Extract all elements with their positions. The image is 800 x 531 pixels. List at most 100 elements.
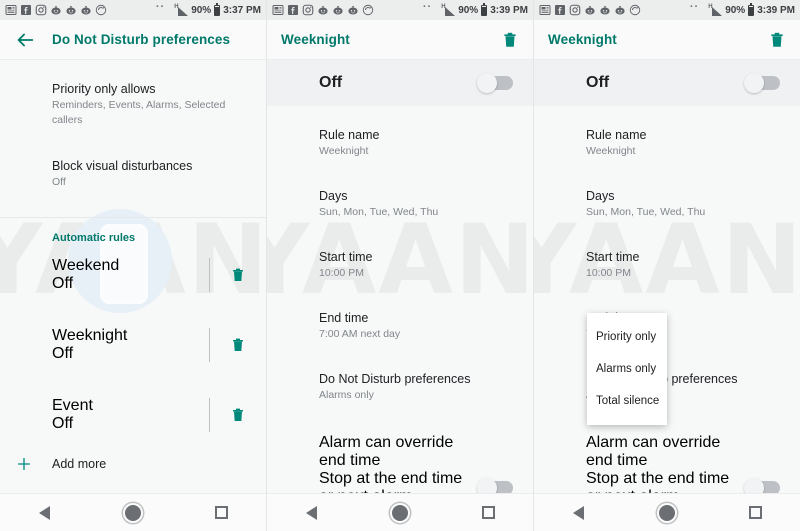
master-toggle-switch[interactable] [744,73,780,93]
instagram-icon [569,4,581,16]
clock-label: 3:37 PM [223,4,261,16]
recents-square-icon [482,506,496,519]
trash-icon[interactable] [230,337,246,353]
list-item-subtitle: 10:00 PM [319,267,364,279]
nav-back-button[interactable] [300,502,322,524]
list-item-rule-event[interactable]: Event Off [0,388,266,442]
list-item-subtitle: Weeknight [586,145,636,157]
battery-icon [214,2,221,16]
list-item-dnd-preferences[interactable]: Do Not Disturb preferences Alarms only [267,353,533,414]
list-item-dnd-preferences[interactable]: Do Not Disturb preferences Alarms only [534,353,800,414]
instagram-icon [35,4,47,16]
reddit-icon [51,5,61,15]
clock-label: 3:39 PM [757,4,795,16]
master-toggle-switch[interactable] [477,73,513,93]
list-item-title: Days [586,189,615,203]
clock-label: 3:39 PM [490,4,528,16]
master-toggle-row[interactable]: Off [267,60,533,106]
rule-divider [209,258,210,292]
add-more-label: Add more [52,457,107,471]
nav-recents-button[interactable] [745,502,767,524]
rule-title: Weeknight [52,327,128,344]
status-bar-system-icons: ·· H 90% 3:39 PM [423,1,528,16]
add-more-button[interactable]: Add more [0,442,266,486]
list-item-days[interactable]: Days Sun, Mon, Tue, Wed, Thu [534,170,800,231]
list-item-priority-only-allows[interactable]: Priority only allows Reminders, Events, … [0,70,266,139]
screenshot-triptych: ·· H 90% 3:37 PM Do Not Disturb preferen… [0,0,800,531]
reddit-icon [348,5,358,15]
screen-dnd-preferences: ·· H 90% 3:37 PM Do Not Disturb preferen… [0,0,267,531]
home-circle-icon [658,504,675,521]
dnd-preferences-dropdown-menu: Priority only Alarms only Total silence [587,313,667,425]
list-item-block-visual-disturbances[interactable]: Block visual disturbances Off [0,139,266,201]
list-item-subtitle: Off [52,176,66,188]
list-item-rule-name[interactable]: Rule name Weeknight [267,116,533,170]
rule-title: Weekend [52,257,120,274]
rule-subtitle: Off [52,415,74,432]
overflow-dots-icon: ·· [689,1,700,13]
nav-home-button[interactable] [656,502,678,524]
dnd-preferences-list: Priority only allows Reminders, Events, … [0,60,266,486]
list-item-subtitle: Weeknight [319,145,369,157]
trash-icon[interactable] [230,267,246,283]
list-item-title: Rule name [319,128,380,142]
list-item-subtitle: 10:00 PM [586,267,631,279]
navigation-bar [0,493,266,531]
switch-thumb [744,73,764,93]
article-icon [272,5,284,15]
status-bar: ·· H 90% 3:39 PM [267,0,533,20]
weeknight-rule-list: Off Rule name Weeknight Days Sun, Mon, T… [267,60,533,531]
list-item-end-time[interactable]: End time 7:00 AM next day [534,292,800,353]
reddit-icon [318,5,328,15]
nav-recents-button[interactable] [478,502,500,524]
menu-item-priority-only[interactable]: Priority only [587,321,667,353]
reddit-icon [333,5,343,15]
trash-icon[interactable] [768,31,786,49]
reddit-icon [81,5,91,15]
reddit-icon [585,5,595,15]
article-icon [539,5,551,15]
list-item-end-time[interactable]: End time 7:00 AM next day [267,292,533,353]
rule-divider [209,398,210,432]
nav-home-button[interactable] [389,502,411,524]
list-item-title: Priority only allows [52,82,156,96]
list-item-days[interactable]: Days Sun, Mon, Tue, Wed, Thu [267,170,533,231]
list-item-rule-weeknight[interactable]: Weeknight Off [0,318,266,372]
nav-home-button[interactable] [122,502,144,524]
battery-percent-label: 90% [458,4,479,16]
page-title: Do Not Disturb preferences [52,32,231,47]
list-item-rule-weekend[interactable]: Weekend Off [0,248,266,302]
nav-back-button[interactable] [33,502,55,524]
menu-item-total-silence[interactable]: Total silence [587,385,667,417]
nav-back-button[interactable] [567,502,589,524]
status-bar-system-icons: ·· H 90% 3:37 PM [155,1,261,16]
battery-icon [481,2,488,16]
article-icon [5,5,17,15]
trash-icon[interactable] [230,407,246,423]
list-item-title: Rule name [586,128,647,142]
list-item-start-time[interactable]: Start time 10:00 PM [534,231,800,292]
alarm-override-title: Alarm can override end time [319,434,454,469]
signal-icon: H [174,4,189,16]
rule-subtitle: Off [52,275,74,292]
section-title-automatic-rules: Automatic rules [52,232,136,244]
arrow-back-icon[interactable] [14,29,36,51]
status-bar-notification-icons [539,4,641,16]
signal-icon: H [708,4,723,16]
master-toggle-label: Off [586,74,610,91]
trash-icon[interactable] [501,31,519,49]
master-toggle-row[interactable]: Off [534,60,800,106]
list-item-title: End time [319,311,369,325]
overflow-dots-icon: ·· [155,1,166,13]
back-triangle-icon [38,505,50,520]
rule-divider [209,328,210,362]
home-circle-icon [124,504,141,521]
list-item-start-time[interactable]: Start time 10:00 PM [267,231,533,292]
menu-item-alarms-only[interactable]: Alarms only [587,353,667,385]
status-bar-notification-icons [5,4,107,16]
list-item-rule-name[interactable]: Rule name Weeknight [534,116,800,170]
list-item-subtitle: Alarms only [319,389,374,401]
app-bar: Do Not Disturb preferences [0,20,266,60]
alarm-override-title: Alarm can override end time [586,434,721,469]
nav-recents-button[interactable] [211,502,233,524]
